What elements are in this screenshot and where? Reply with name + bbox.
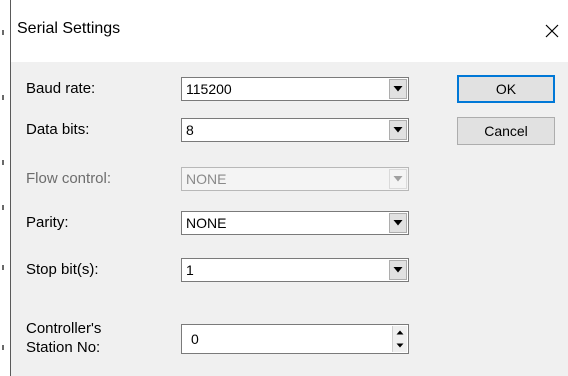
background-window-mark [2, 205, 4, 210]
station-no-label-line1: Controller's [26, 320, 102, 337]
stop-bits-label: Stop bit(s): [26, 261, 99, 278]
data-bits-select[interactable]: 8 [181, 118, 409, 142]
data-bits-value: 8 [186, 122, 194, 138]
chevron-down-icon [393, 127, 403, 133]
spin-down-button[interactable] [392, 339, 407, 352]
station-no-value: 0 [191, 331, 199, 347]
chevron-down-icon [393, 176, 403, 182]
data-bits-dropdown-button[interactable] [389, 120, 407, 140]
close-icon [545, 24, 559, 38]
parity-label: Parity: [26, 214, 69, 231]
chevron-down-icon [393, 86, 403, 92]
parity-select[interactable]: NONE [181, 211, 409, 235]
spin-down-icon [396, 343, 404, 348]
background-window-mark [2, 30, 4, 35]
flow-control-label: Flow control: [26, 170, 112, 187]
background-window-edge [0, 0, 10, 376]
baud-rate-dropdown-button[interactable] [389, 79, 407, 99]
chevron-down-icon [393, 267, 403, 273]
chevron-down-icon [393, 220, 403, 226]
flow-control-dropdown-button [389, 169, 407, 189]
spin-up-button[interactable] [392, 326, 407, 339]
stop-bits-dropdown-button[interactable] [389, 260, 407, 280]
background-window-mark [2, 265, 4, 270]
baud-rate-label: Baud rate: [26, 80, 96, 97]
parity-value: NONE [186, 215, 227, 231]
dialog-title: Serial Settings [17, 20, 121, 37]
background-window-mark [2, 160, 4, 165]
ok-button[interactable]: OK [457, 75, 555, 103]
cancel-button[interactable]: Cancel [457, 117, 555, 145]
close-button[interactable] [534, 16, 568, 46]
serial-settings-dialog: Serial Settings Baud rate: 115200 Data b… [10, 0, 568, 376]
spin-up-icon [396, 330, 404, 335]
flow-control-select: NONE [181, 167, 409, 191]
flow-control-value: NONE [186, 171, 227, 187]
background-window-mark [2, 95, 4, 100]
baud-rate-select[interactable]: 115200 [181, 77, 409, 101]
title-bar: Serial Settings [11, 0, 568, 62]
background-window-mark [2, 345, 4, 350]
station-no-label-line2: Station No: [26, 339, 101, 356]
baud-rate-value: 115200 [186, 81, 232, 97]
data-bits-label: Data bits: [26, 121, 90, 138]
parity-dropdown-button[interactable] [389, 213, 407, 233]
stop-bits-select[interactable]: 1 [181, 258, 409, 282]
stop-bits-value: 1 [186, 262, 194, 278]
station-no-spinbox[interactable]: 0 [181, 324, 409, 354]
